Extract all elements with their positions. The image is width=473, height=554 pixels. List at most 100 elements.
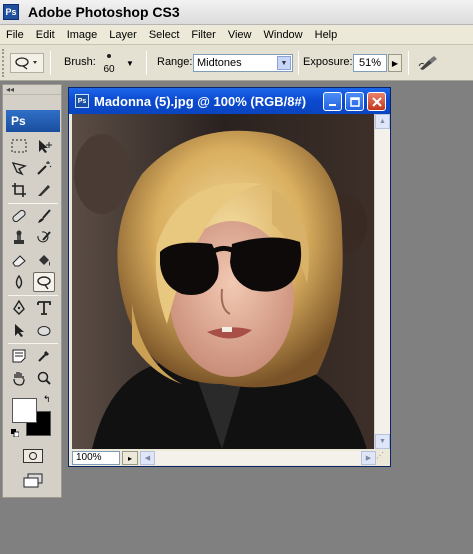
app-titlebar: Ps Adobe Photoshop CS3 — [0, 0, 473, 25]
zoom-tool[interactable] — [33, 368, 55, 388]
maximize-icon — [349, 96, 360, 107]
airbrush-toggle[interactable] — [416, 52, 440, 74]
horizontal-scrollbar[interactable]: ◀ ▶ — [140, 451, 376, 465]
lasso-tool[interactable] — [8, 158, 30, 178]
brush-label: Brush: — [64, 56, 96, 68]
exposure-input[interactable]: 51% — [353, 54, 387, 72]
options-bar: Brush: 60 ▼ Range: Midtones ▼ Exposure: … — [0, 45, 473, 81]
brush-dropdown-icon[interactable]: ▼ — [126, 59, 134, 68]
tool-preset-picker[interactable] — [10, 53, 44, 73]
path-selection-tool[interactable] — [8, 320, 30, 340]
slice-tool[interactable] — [33, 180, 55, 200]
brush-size: 60 — [103, 64, 115, 75]
scroll-down-icon[interactable]: ▼ — [375, 434, 390, 449]
pen-tool[interactable] — [8, 298, 30, 318]
scroll-right-icon[interactable]: ▶ — [361, 451, 376, 465]
toolbox-collapse[interactable]: ◂◂ — [3, 85, 61, 95]
quick-mask-icon — [29, 452, 37, 460]
document-window: Ps Madonna (5).jpg @ 100% (RGB/8#) ▲ ▼ 1… — [68, 87, 391, 467]
range-select[interactable]: Midtones ▼ — [193, 54, 293, 72]
note-icon — [12, 349, 26, 363]
eraser-tool[interactable] — [8, 250, 30, 270]
history-brush-tool[interactable] — [33, 228, 55, 248]
healing-brush-tool[interactable] — [8, 206, 30, 226]
options-grip[interactable] — [2, 49, 6, 77]
screen-mode-icon — [23, 473, 43, 488]
close-button[interactable] — [367, 92, 386, 111]
quick-mask-button[interactable] — [23, 449, 43, 463]
image-canvas[interactable] — [72, 114, 374, 449]
zoom-level-input[interactable]: 100% — [72, 451, 120, 465]
toolbox-logo[interactable]: Ps — [6, 110, 60, 132]
toolbox-separator — [8, 343, 58, 344]
scroll-up-icon[interactable]: ▲ — [375, 114, 390, 129]
clone-stamp-tool[interactable] — [8, 228, 30, 248]
move-tool[interactable] — [33, 136, 55, 156]
range-value: Midtones — [197, 57, 242, 69]
hand-icon — [13, 372, 25, 386]
pen-icon — [13, 300, 25, 315]
dodge-tool[interactable] — [33, 272, 55, 292]
eyedropper-tool[interactable] — [33, 346, 55, 366]
airbrush-icon — [418, 56, 437, 70]
shape-tool[interactable] — [33, 320, 55, 340]
maximize-button[interactable] — [345, 92, 364, 111]
type-tool[interactable] — [33, 298, 55, 318]
eraser-icon — [12, 255, 26, 267]
status-menu-button[interactable]: ▸ — [122, 451, 138, 465]
vertical-scrollbar[interactable]: ▲ ▼ — [374, 114, 390, 449]
paint-bucket-tool[interactable] — [33, 250, 55, 270]
default-colors-graphic — [11, 429, 20, 438]
scroll-left-icon[interactable]: ◀ — [140, 451, 155, 465]
toolbox-separator — [8, 295, 58, 296]
document-icon: Ps — [75, 94, 89, 108]
menu-edit[interactable]: Edit — [30, 25, 61, 45]
minimize-icon — [328, 103, 336, 106]
document-status-bar: 100% ▸ ◀ ▶ ⋰ — [72, 450, 390, 466]
paint-bucket-icon — [39, 255, 50, 266]
options-separator — [146, 51, 147, 75]
menu-filter[interactable]: Filter — [185, 25, 221, 45]
brush-tool[interactable] — [33, 206, 55, 226]
menu-select[interactable]: Select — [143, 25, 186, 45]
paintbrush-icon — [38, 209, 51, 223]
menu-window[interactable]: Window — [258, 25, 309, 45]
arrow-pointer-icon — [15, 324, 24, 337]
screen-mode-button[interactable] — [21, 473, 45, 489]
app-title: Adobe Photoshop CS3 — [28, 4, 180, 20]
resize-grip-icon[interactable]: ⋰ — [376, 451, 390, 465]
range-label: Range: — [157, 56, 193, 68]
exposure-slider-button[interactable]: ▶ — [388, 54, 402, 72]
stamp-icon — [14, 230, 24, 244]
eyedropper-icon — [38, 351, 49, 362]
photoshop-logo-icon: Ps — [3, 4, 19, 20]
menu-image[interactable]: Image — [61, 25, 104, 45]
move-icon — [39, 140, 52, 153]
foreground-color-swatch[interactable] — [12, 398, 37, 423]
magic-wand-tool[interactable] — [33, 158, 55, 178]
hand-tool[interactable] — [8, 368, 30, 388]
photo-image — [72, 114, 374, 449]
dodge-icon — [37, 276, 51, 290]
crop-tool[interactable] — [8, 180, 30, 200]
options-separator — [408, 51, 409, 75]
exposure-label: Exposure: — [303, 56, 353, 68]
brush-preview[interactable]: 60 — [94, 50, 124, 76]
marquee-tool[interactable] — [8, 136, 30, 156]
swap-colors-icon[interactable]: ↰ — [43, 394, 51, 405]
menu-help[interactable]: Help — [309, 25, 344, 45]
toolbox-panel: ◂◂ Ps ↰ — [2, 84, 62, 498]
default-colors-icon[interactable] — [11, 428, 20, 438]
ellipse-shape-icon — [37, 326, 51, 336]
menu-view[interactable]: View — [222, 25, 258, 45]
blur-tool[interactable] — [8, 272, 30, 292]
menu-layer[interactable]: Layer — [103, 25, 143, 45]
magic-wand-icon — [37, 161, 52, 175]
marquee-icon — [11, 139, 27, 153]
bandage-icon — [12, 209, 26, 223]
notes-tool[interactable] — [8, 346, 30, 366]
water-drop-icon — [15, 274, 23, 289]
chevron-down-icon[interactable]: ▼ — [277, 56, 291, 70]
menu-file[interactable]: File — [0, 25, 30, 45]
minimize-button[interactable] — [323, 92, 342, 111]
